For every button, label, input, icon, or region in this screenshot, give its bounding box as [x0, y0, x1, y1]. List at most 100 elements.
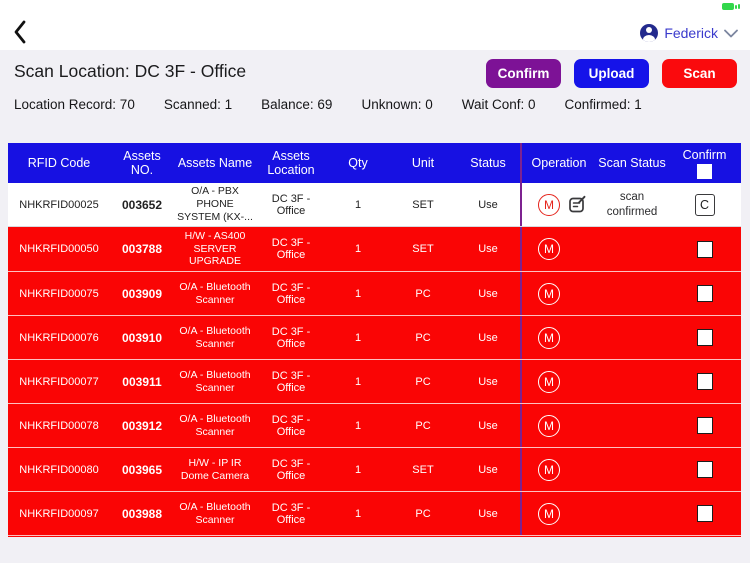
cell-assets-no: 003652: [121, 197, 163, 212]
m-circle-icon[interactable]: M: [538, 282, 560, 305]
cell-status: Use: [478, 198, 498, 211]
col-status: Status: [470, 155, 506, 170]
m-circle-icon[interactable]: M: [538, 193, 560, 216]
cell-confirm: [668, 360, 741, 403]
user-menu[interactable]: Federick: [640, 24, 738, 42]
confirm-checkbox[interactable]: [696, 505, 713, 522]
m-circle-icon[interactable]: M: [538, 326, 560, 349]
cell-operation: M: [520, 360, 596, 403]
col-assets-no: Assets NO.: [123, 148, 161, 177]
table-row: NHKRFID00077 003911 O/A - Bluetooth Scanne…: [8, 359, 741, 403]
cell-unit: PC: [415, 507, 431, 520]
cell-status: Use: [478, 419, 498, 432]
cell-scan-status: [596, 448, 668, 491]
app-screen: Federick Scan Location: DC 3F - Office C…: [0, 0, 750, 563]
stat-scanned: Scanned: 1: [163, 97, 233, 112]
cell-rfid-code: NHKRFID00077: [19, 375, 99, 388]
confirm-checkbox[interactable]: [696, 461, 713, 478]
header-actions: Confirm Upload Scan: [486, 59, 737, 88]
table-body: NHKRFID00025 003652 O/A - PBX PHONE SYSTEM…: [8, 183, 741, 537]
cell-assets-name: O/A - Bluetooth Scanner: [179, 368, 251, 394]
user-avatar-icon: [640, 24, 659, 42]
cell-status: Use: [478, 243, 498, 255]
table-row: NHKRFID00097 003988 O/A - Bluetooth Scanne…: [8, 491, 741, 535]
cell-scan-status: [596, 316, 668, 359]
cell-scan-status: [596, 492, 668, 535]
cell-confirm: [668, 227, 741, 271]
cell-qty: 1: [354, 331, 362, 344]
cell-rfid-code: NHKRFID00097: [19, 507, 99, 520]
col-assets-location: Assets Location: [267, 148, 315, 177]
m-circle-icon[interactable]: M: [538, 502, 560, 525]
cell-confirm: [668, 492, 741, 535]
cell-assets-name: O/A - Bluetooth Scanner: [179, 412, 251, 438]
cell-status: Use: [478, 507, 498, 520]
cell-unit: SET: [412, 243, 434, 255]
col-assets-name: Assets Name: [177, 155, 253, 170]
table-row: NHKRFID00080 003965 H/W - IP IR Dome Camer…: [8, 447, 741, 491]
cell-unit: PC: [415, 375, 431, 388]
cell-qty: 1: [354, 375, 362, 388]
confirm-checkbox[interactable]: [696, 417, 713, 434]
cell-unit: SET: [412, 463, 434, 476]
m-circle-icon[interactable]: M: [538, 370, 560, 393]
confirm-checkbox[interactable]: [696, 329, 713, 346]
chevron-down-icon: [724, 29, 738, 38]
cell-confirm: [668, 404, 741, 447]
m-circle-icon[interactable]: M: [538, 238, 560, 260]
edit-note-icon[interactable]: [567, 194, 588, 215]
confirm-c-button[interactable]: C: [694, 193, 715, 216]
cell-assets-location: DC 3F - Office: [271, 325, 311, 350]
confirm-button[interactable]: Confirm: [486, 59, 561, 88]
confirm-checkbox[interactable]: [696, 285, 713, 302]
col-operation: Operation: [520, 143, 596, 183]
m-circle-icon[interactable]: M: [538, 414, 560, 437]
cell-operation: M: [520, 316, 596, 359]
cell-operation: M: [520, 227, 596, 271]
select-all-checkbox[interactable]: [697, 164, 712, 180]
stat-location-record: Location Record: 70: [14, 97, 135, 112]
cell-status: Use: [478, 287, 498, 300]
confirm-checkbox[interactable]: [696, 373, 713, 390]
cell-unit: SET: [412, 198, 434, 211]
cell-rfid-code: NHKRFID00050: [19, 243, 99, 255]
cell-assets-no: 003965: [121, 462, 163, 477]
cell-assets-location: DC 3F - Office: [271, 369, 311, 394]
assets-table: RFID Code Assets NO. Assets Name Assets …: [8, 143, 741, 537]
table-row: NHKRFID00025 003652 O/A - PBX PHONE SYSTEM…: [8, 183, 741, 227]
cell-assets-name: H/W - AS400 SERVER UPGRADE: [184, 229, 246, 268]
cell-assets-name: O/A - Bluetooth Scanner: [179, 324, 251, 350]
user-name: Federick: [664, 25, 718, 41]
cell-qty: 1: [354, 419, 362, 432]
cell-qty: 1: [354, 287, 362, 300]
cell-scan-status: [596, 360, 668, 403]
cell-assets-location: DC 3F - Office: [271, 237, 311, 261]
cell-confirm: [668, 316, 741, 359]
col-scan-status: Scan Status: [598, 155, 666, 170]
cell-assets-location: DC 3F - Office: [271, 501, 311, 526]
table-row: NHKRFID00050 003788 H/W - AS400 SERVER UPG…: [8, 227, 741, 271]
stat-confirmed: Confirmed: 1: [564, 97, 642, 112]
cell-assets-location: DC 3F - Office: [271, 457, 311, 482]
stat-balance: Balance: 69: [261, 97, 333, 112]
back-button[interactable]: [12, 19, 32, 45]
cell-scan-status: [596, 404, 668, 447]
scan-stats: Location Record: 70 Scanned: 1 Balance: …: [14, 97, 736, 112]
confirm-checkbox[interactable]: [696, 240, 713, 258]
cell-unit: PC: [415, 287, 431, 300]
cell-confirm: [668, 272, 741, 315]
cell-assets-no: 003912: [121, 418, 163, 433]
upload-button[interactable]: Upload: [574, 59, 649, 88]
cell-status: Use: [478, 463, 498, 476]
scan-button[interactable]: Scan: [662, 59, 737, 88]
cell-assets-name: O/A - Bluetooth Scanner: [179, 280, 251, 306]
cell-assets-no: 003911: [122, 374, 162, 389]
cell-confirm: [668, 448, 741, 491]
cell-status: Use: [478, 331, 498, 344]
cell-operation: M: [520, 448, 596, 491]
cell-assets-location: DC 3F - Office: [271, 281, 311, 306]
battery-icon: [722, 3, 737, 10]
cell-scan-status: [596, 272, 668, 315]
m-circle-icon[interactable]: M: [538, 458, 560, 481]
cell-scan-status: [596, 227, 668, 271]
